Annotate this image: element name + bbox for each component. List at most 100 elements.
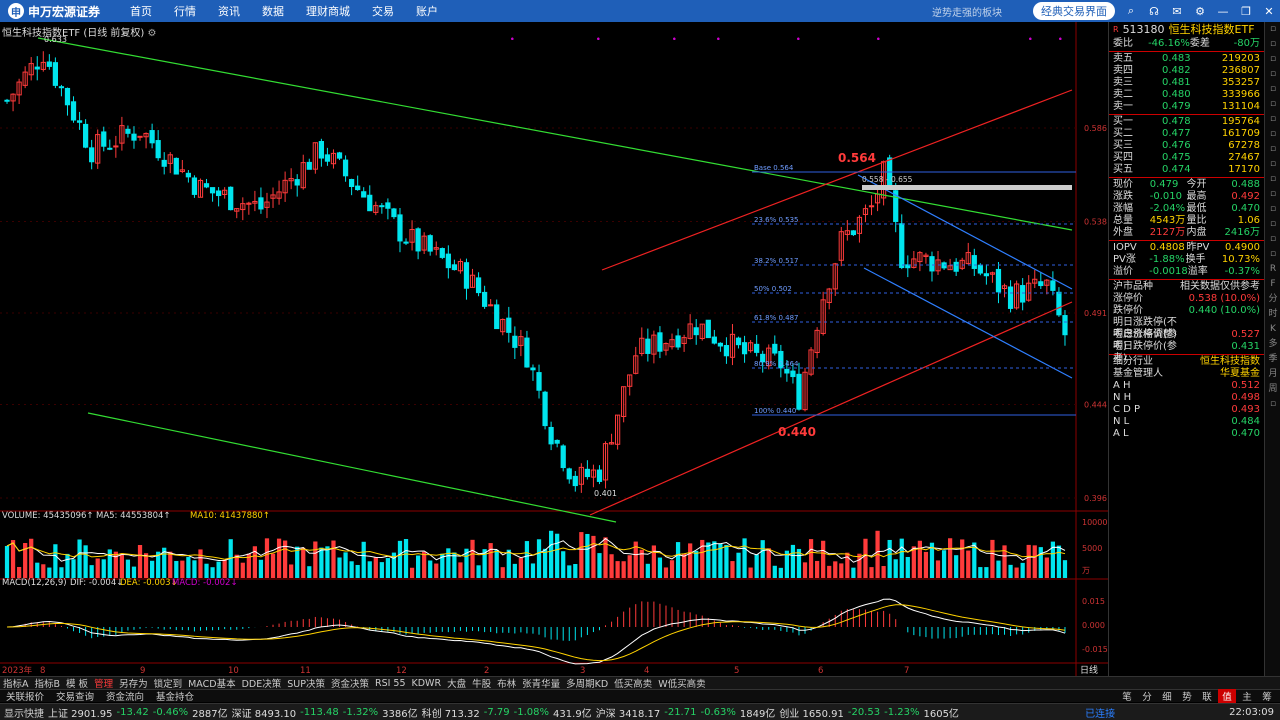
- nav-item-6[interactable]: 账户: [416, 3, 438, 19]
- toolbar-icon[interactable]: ▫: [1265, 217, 1280, 232]
- volume-bar: [585, 533, 590, 578]
- indicator-tab[interactable]: W低买高卖: [658, 676, 705, 690]
- toolbar-icon[interactable]: ▫: [1265, 67, 1280, 82]
- nav-item-5[interactable]: 交易: [372, 3, 394, 19]
- bottom-tab[interactable]: 交易查询: [56, 689, 94, 703]
- toolbar-icon[interactable]: 周: [1265, 382, 1280, 397]
- indicator-tab[interactable]: 多周期KD: [566, 676, 608, 690]
- indicator-tab[interactable]: 另存为: [119, 676, 148, 690]
- ref-note: 相关数据仅供参考: [1180, 281, 1260, 292]
- indicator-tab[interactable]: 牛股: [472, 676, 491, 690]
- volume-bar: [663, 567, 669, 578]
- toolbar-icon[interactable]: ▫: [1265, 127, 1280, 142]
- period-tab[interactable]: 势: [1178, 689, 1196, 703]
- period-tab[interactable]: 主: [1238, 689, 1256, 703]
- toolbar-icon[interactable]: 月: [1265, 367, 1280, 382]
- period-tab[interactable]: 筹: [1258, 689, 1276, 703]
- indicator-tab[interactable]: SUP决策: [287, 676, 325, 690]
- indicator-tab[interactable]: 大盘: [447, 676, 466, 690]
- period-tab[interactable]: 笔: [1118, 689, 1136, 703]
- toolbar-icon[interactable]: ▫: [1265, 172, 1280, 187]
- toolbar-icon[interactable]: ▫: [1265, 112, 1280, 127]
- indicator-tab[interactable]: 管理: [94, 676, 113, 690]
- indicator-tab[interactable]: DDE决策: [242, 676, 282, 690]
- toolbar-icon[interactable]: K: [1265, 322, 1280, 337]
- toolbar-icon[interactable]: 分: [1265, 292, 1280, 307]
- search-icon[interactable]: ⌕: [1124, 4, 1138, 18]
- toolbar-icon[interactable]: F: [1265, 277, 1280, 292]
- toolbar-icon[interactable]: R: [1265, 262, 1280, 277]
- bottom-tab[interactable]: 关联报价: [6, 689, 44, 703]
- bottom-tab[interactable]: 基金持仓: [156, 689, 194, 703]
- toolbar-icon[interactable]: 季: [1265, 352, 1280, 367]
- sh-index[interactable]: 上证 2901.95: [48, 705, 113, 720]
- indicator-tab[interactable]: 张青华量: [522, 676, 560, 690]
- toolbar-icon[interactable]: ▫: [1265, 187, 1280, 202]
- period-tab[interactable]: 分: [1138, 689, 1156, 703]
- period-tab[interactable]: 细: [1158, 689, 1176, 703]
- bottom-tab[interactable]: 资金流向: [106, 689, 144, 703]
- indicator-tab[interactable]: 锁定到: [154, 676, 183, 690]
- volume-bar: [125, 559, 131, 578]
- quote-panel: R 513180 恒生科技指数ETF 委比 -46.16% 委差 -80万 卖五…: [1108, 22, 1264, 676]
- nav-item-3[interactable]: 数据: [262, 3, 284, 19]
- candle: [46, 61, 52, 67]
- toolbar-icon[interactable]: 多: [1265, 337, 1280, 352]
- toolbar-icon[interactable]: ▫: [1265, 37, 1280, 52]
- hs-index[interactable]: 沪深 3418.17: [596, 705, 661, 720]
- minimize-icon[interactable]: —: [1216, 4, 1230, 18]
- restore-icon[interactable]: ❐: [1239, 4, 1253, 18]
- volume-bar: [567, 565, 572, 578]
- period-tab[interactable]: 联: [1198, 689, 1216, 703]
- volume-bar: [827, 565, 832, 578]
- indicator-tab[interactable]: MACD基本: [188, 676, 235, 690]
- toolbar-icon[interactable]: ▫: [1265, 247, 1280, 262]
- nav-item-4[interactable]: 理财商城: [306, 3, 350, 19]
- limits-cell: 跌停价: [1113, 305, 1143, 316]
- toolbar-icon[interactable]: ▫: [1265, 22, 1280, 37]
- kline-settings-icon[interactable]: ⚙: [148, 28, 157, 39]
- toolbar-icon[interactable]: ▫: [1265, 82, 1280, 97]
- indicator-tab[interactable]: RSI 55: [375, 678, 406, 689]
- candle: [131, 133, 137, 141]
- gear-icon[interactable]: ⚙: [1193, 4, 1207, 18]
- iopv-cell: -0.0018: [1149, 266, 1188, 277]
- toolbar-icon[interactable]: ▫: [1265, 232, 1280, 247]
- indicator-tab[interactable]: 指标A: [3, 676, 29, 690]
- toolbar-icon[interactable]: ▫: [1265, 202, 1280, 217]
- volume-bar: [591, 535, 596, 578]
- toolbar-icon[interactable]: ▫: [1265, 397, 1280, 412]
- indicator-tab[interactable]: 资金决策: [331, 676, 369, 690]
- toolbar-icon[interactable]: 时: [1265, 307, 1280, 322]
- headset-icon[interactable]: ☊: [1147, 4, 1161, 18]
- mail-icon[interactable]: ✉: [1170, 4, 1184, 18]
- toolbar-icon[interactable]: ▫: [1265, 97, 1280, 112]
- toolbar-icon[interactable]: ▫: [1265, 157, 1280, 172]
- volume-bar: [331, 540, 336, 578]
- period-tab[interactable]: 值: [1218, 689, 1236, 703]
- volume-bar: [276, 538, 282, 578]
- kc-index[interactable]: 科创 713.32: [422, 705, 480, 720]
- close-icon[interactable]: ✕: [1262, 4, 1276, 18]
- quick-toggle[interactable]: 显示快捷: [4, 705, 44, 720]
- sz-index[interactable]: 深证 8493.10: [232, 705, 297, 720]
- nav-item-2[interactable]: 资讯: [218, 3, 240, 19]
- indicator-tab[interactable]: 低买高卖: [614, 676, 652, 690]
- volume-bar: [337, 557, 342, 578]
- indicator-tab[interactable]: 指标B: [35, 676, 61, 690]
- indicator-tab[interactable]: 布林: [497, 676, 516, 690]
- toolbar-icon[interactable]: ▫: [1265, 142, 1280, 157]
- indicator-tab[interactable]: KDWR: [412, 678, 442, 689]
- indicator-tab[interactable]: 模 板: [66, 676, 88, 690]
- toolbar-icon[interactable]: ▫: [1265, 52, 1280, 67]
- nav-item-1[interactable]: 行情: [174, 3, 196, 19]
- classic-trading-button[interactable]: 经典交易界面: [1033, 2, 1115, 20]
- quote-row: 外盘 2127万 内盘 2416万: [1109, 227, 1264, 239]
- limits-row: 涨停价 0.538 (10.0%): [1109, 293, 1264, 305]
- candle: [342, 159, 349, 177]
- notice-text[interactable]: 逆势走强的板块: [932, 4, 1002, 19]
- kline-chart-svg[interactable]: 0.586 0.538 0.491 0.444 0.396 Base 0.564 23.6%…: [0, 22, 1108, 676]
- cy-index[interactable]: 创业 1650.91: [779, 705, 844, 720]
- nav-item-0[interactable]: 首页: [130, 3, 152, 19]
- chart-area[interactable]: 0.586 0.538 0.491 0.444 0.396 Base 0.564 23.6%…: [0, 22, 1108, 676]
